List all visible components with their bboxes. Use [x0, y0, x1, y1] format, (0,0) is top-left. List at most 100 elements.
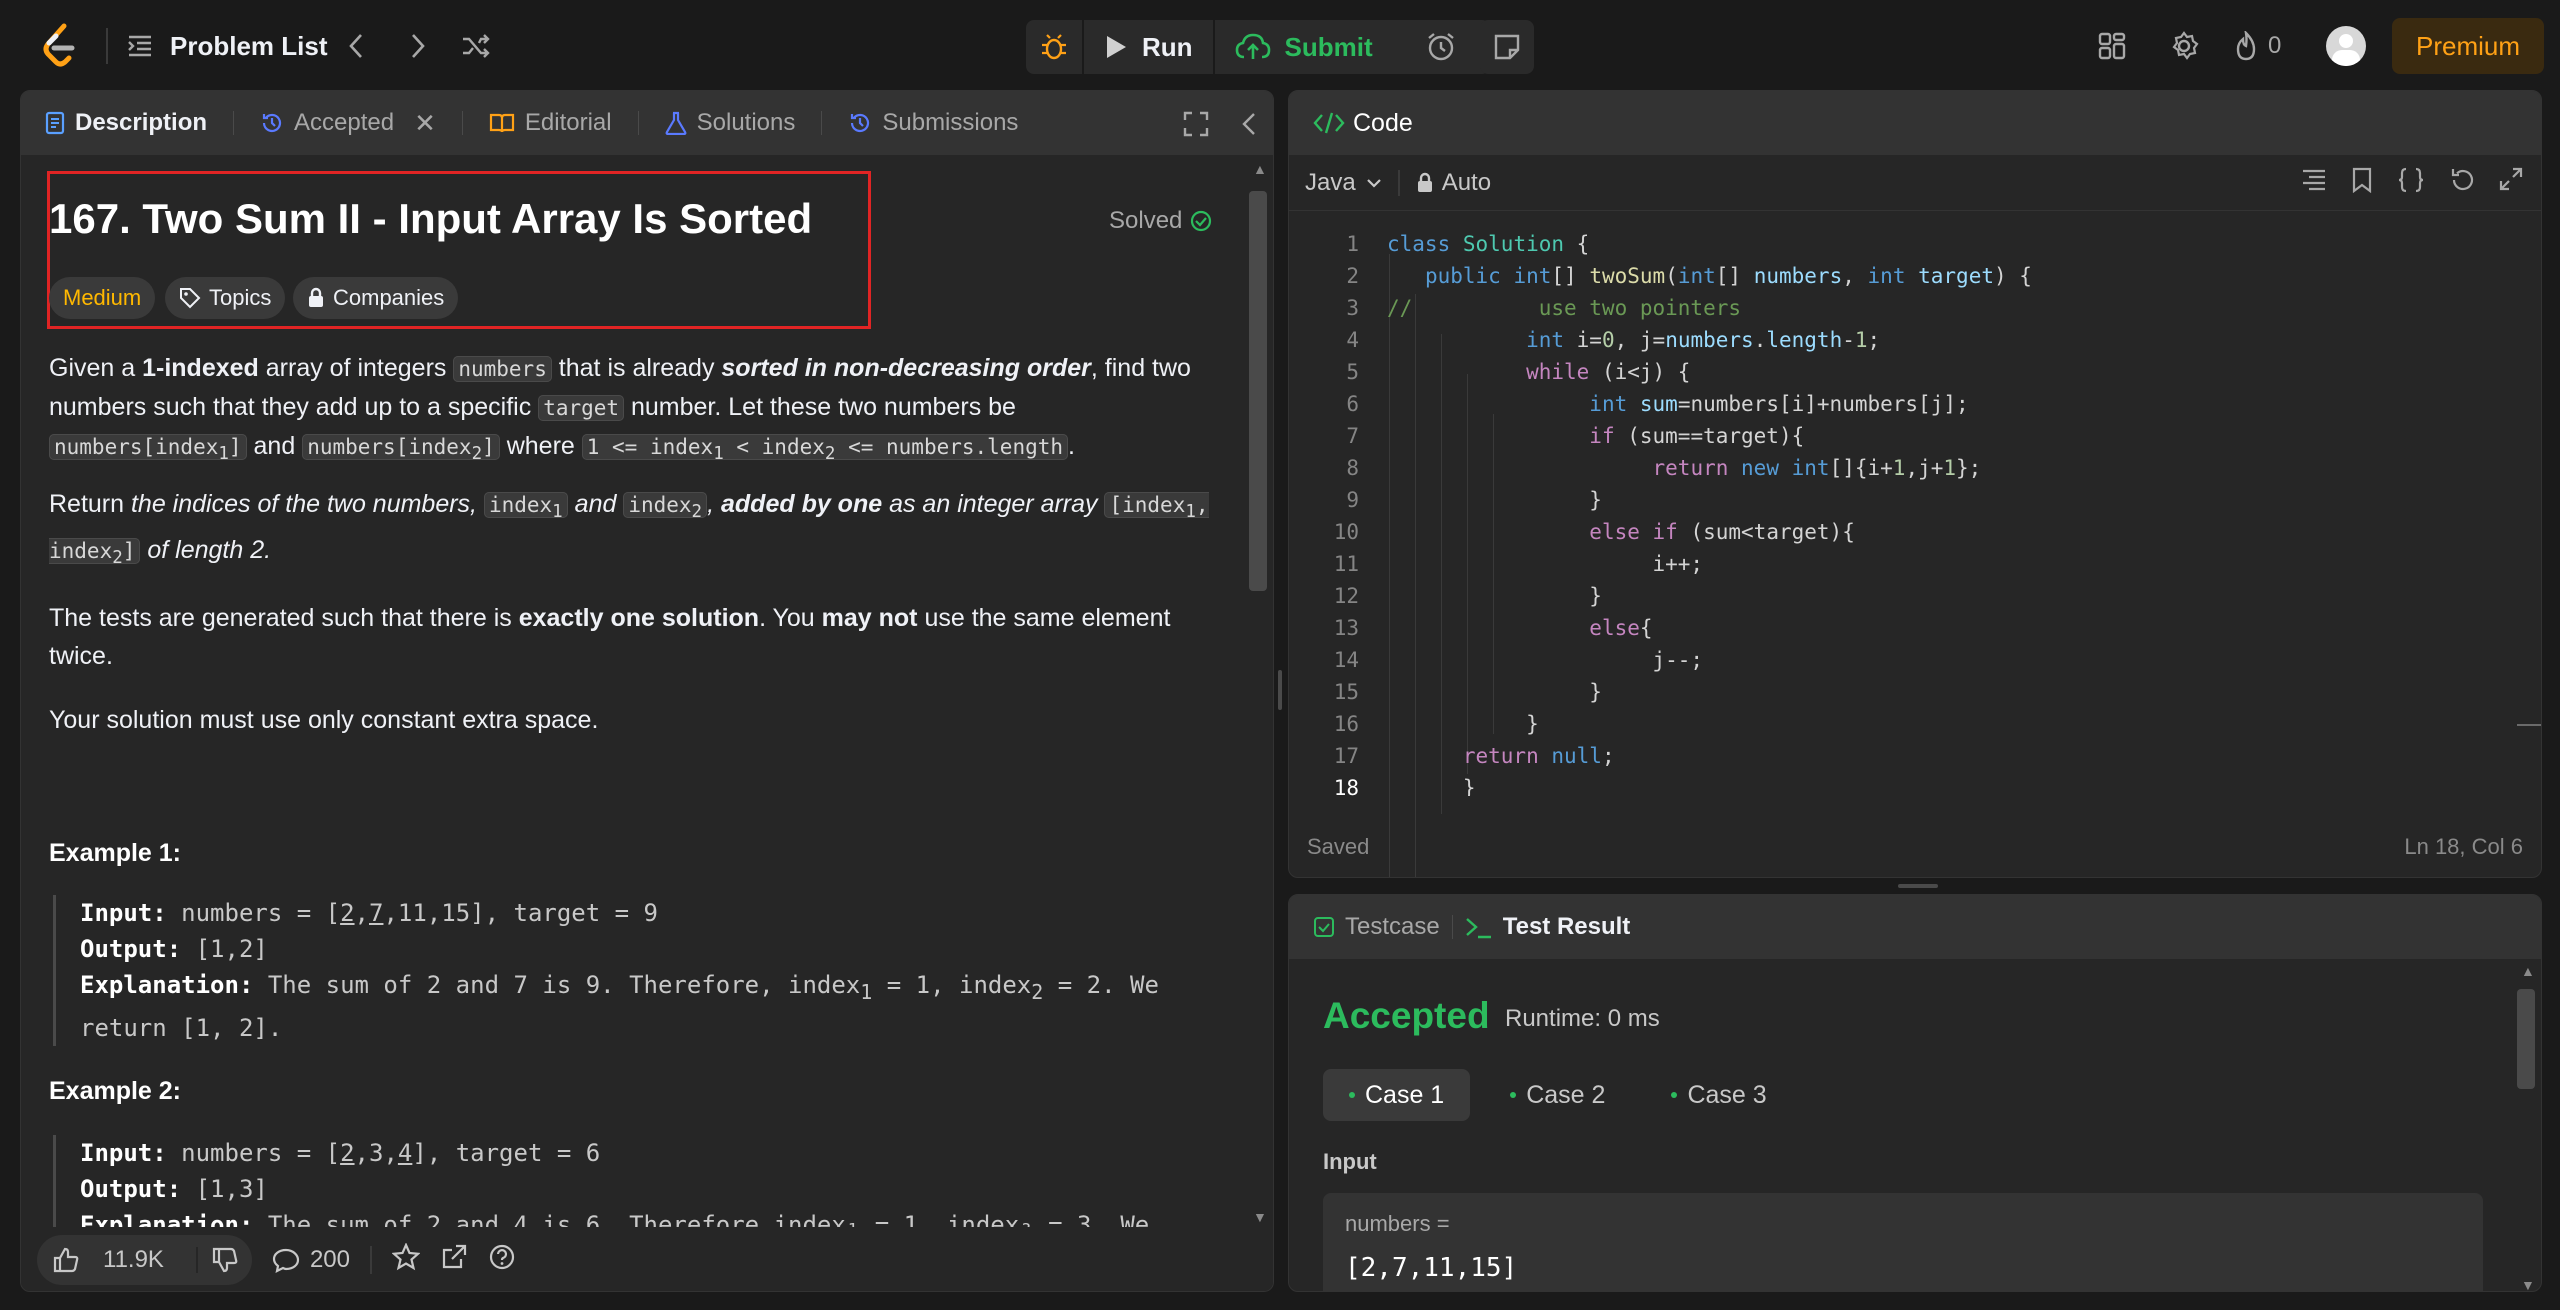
line-number: 10	[1333, 520, 1359, 544]
case-2-tab[interactable]: Case 2	[1484, 1069, 1631, 1121]
code-panel-header: Code	[1289, 91, 2541, 155]
scroll-thumb[interactable]	[2517, 989, 2535, 1089]
code-line: }	[1387, 488, 1602, 512]
line-number: 8	[1346, 456, 1359, 480]
test-result-panel: Testcase Test Result Accepted Runtime: 0…	[1288, 894, 2542, 1292]
vertical-resize-handle[interactable]	[1278, 670, 1282, 710]
thumbs-up-icon	[53, 1247, 79, 1273]
code-brackets-icon	[1313, 112, 1345, 134]
tab-accepted[interactable]: Accepted ✕	[260, 108, 436, 139]
code-line: while (i<j) {	[1526, 360, 1691, 384]
example-2-heading: Example 2:	[49, 1077, 182, 1105]
difficulty-badge: Medium	[49, 277, 156, 319]
tab-testcase[interactable]: Testcase	[1313, 913, 1440, 941]
case-tabs: Case 1 Case 2 Case 3	[1323, 1069, 1793, 1121]
horizontal-resize-handle[interactable]	[1898, 884, 1938, 888]
settings-gear-icon[interactable]	[2166, 28, 2202, 64]
code-line: i++;	[1387, 552, 1704, 576]
leetcode-logo-icon[interactable]	[38, 22, 80, 70]
comments-button[interactable]: 200	[272, 1246, 350, 1274]
bookmark-icon[interactable]	[2351, 167, 2373, 200]
line-number: 13	[1333, 616, 1359, 640]
terminal-icon	[1465, 918, 1491, 939]
avatar[interactable]	[2326, 26, 2366, 66]
companies-chip[interactable]: Companies	[293, 277, 459, 319]
tab-submissions[interactable]: Submissions	[848, 109, 1018, 137]
comment-icon	[272, 1248, 300, 1273]
shuffle-icon[interactable]	[458, 28, 494, 64]
description-footer: 11.9K 200	[21, 1229, 1273, 1291]
next-problem-icon[interactable]	[400, 28, 436, 64]
cloud-upload-icon	[1235, 33, 1270, 59]
reset-undo-icon[interactable]	[2449, 167, 2475, 200]
problem-statement-p1: Given a 1-indexed array of integers numb…	[49, 354, 1191, 465]
code-line: }	[1387, 584, 1602, 608]
star-icon[interactable]	[391, 1241, 421, 1278]
code-line: else if (sum<target){	[1589, 520, 1855, 544]
language-select[interactable]: Java	[1305, 169, 1382, 197]
debug-bug-icon[interactable]	[1026, 20, 1082, 74]
timer-button[interactable]	[1414, 20, 1468, 74]
tab-editorial[interactable]: Editorial	[489, 109, 612, 137]
check-circle-icon	[1191, 210, 1212, 232]
run-button[interactable]: Run	[1084, 20, 1213, 74]
lock-icon	[309, 287, 323, 307]
prev-problem-icon[interactable]	[338, 28, 374, 64]
code-line: j--;	[1387, 648, 1704, 672]
expand-editor-icon[interactable]	[2499, 167, 2523, 200]
code-line: }	[1387, 712, 1539, 736]
close-tab-icon[interactable]: ✕	[414, 108, 436, 139]
line-number: 17	[1333, 744, 1359, 768]
nav-divider	[106, 28, 108, 64]
braces-icon[interactable]	[2397, 167, 2425, 200]
tag-icon	[180, 288, 201, 309]
document-icon	[45, 111, 65, 135]
collapse-panel-icon[interactable]	[1241, 111, 1257, 144]
problem-statement-p3: The tests are generated such that there …	[49, 604, 1171, 670]
streak-counter[interactable]: 0	[2234, 28, 2281, 64]
case-3-tab[interactable]: Case 3	[1645, 1069, 1792, 1121]
description-panel: Description Accepted ✕ Editorial Solutio…	[20, 90, 1274, 1292]
help-icon[interactable]	[488, 1243, 516, 1278]
layout-grid-icon[interactable]	[2094, 28, 2130, 64]
problem-list-icon[interactable]	[122, 28, 158, 64]
play-icon	[1107, 36, 1126, 58]
book-icon	[489, 113, 515, 133]
submit-button[interactable]: Submit	[1215, 20, 1393, 74]
code-line: class Solution {	[1387, 232, 1590, 256]
topics-chip[interactable]: Topics	[165, 277, 286, 319]
share-icon[interactable]	[440, 1243, 468, 1278]
line-number: 18	[1333, 776, 1359, 800]
notes-button[interactable]	[1480, 20, 1534, 74]
maximize-icon[interactable]	[1183, 111, 1209, 144]
line-number: 1	[1346, 232, 1359, 256]
tab-description[interactable]: Description	[45, 109, 207, 137]
tab-solutions[interactable]: Solutions	[665, 109, 795, 137]
code-panel: Code Java Auto 1 2 3 4 5 6 7 8 9 10 11 12 13 14 15 16 17…	[1288, 90, 2542, 878]
dislike-button[interactable]	[195, 1247, 252, 1273]
line-number: 6	[1346, 392, 1359, 416]
format-lines-icon[interactable]	[2301, 167, 2327, 200]
line-number: 2	[1346, 264, 1359, 288]
scroll-thumb[interactable]	[1249, 191, 1267, 591]
line-number: 15	[1333, 680, 1359, 704]
premium-button[interactable]: Premium	[2392, 18, 2544, 74]
checkbox-icon	[1314, 917, 1334, 937]
code-editor[interactable]: 1 2 3 4 5 6 7 8 9 10 11 12 13 14 15 16 17 18 class Soluti…	[1289, 212, 2541, 877]
input-heading: Input	[1323, 1149, 1377, 1174]
tab-test-result[interactable]: Test Result	[1465, 913, 1630, 941]
auto-mode-toggle[interactable]: Auto	[1416, 169, 1491, 197]
alarm-clock-icon	[1428, 33, 1454, 61]
result-scrollbar[interactable]: ▲ ▼	[2515, 963, 2537, 1291]
line-number: 3	[1346, 296, 1359, 320]
example-1-block: Input: numbers = [2,7,11,15], target = 9…	[53, 895, 1223, 1046]
code-line: else{	[1589, 616, 1653, 640]
example-2-block: Input: numbers = [2,3,4], target = 6 Out…	[53, 1135, 1223, 1227]
problem-list-link[interactable]: Problem List	[170, 28, 327, 64]
code-line: // use two pointers	[1387, 296, 1742, 320]
lock-icon	[1417, 172, 1432, 192]
like-button[interactable]: 11.9K	[37, 1246, 196, 1274]
description-scrollbar[interactable]: ▲ ▼	[1247, 161, 1269, 1225]
minimap-marker	[2517, 724, 2541, 726]
case-1-tab[interactable]: Case 1	[1323, 1069, 1471, 1121]
